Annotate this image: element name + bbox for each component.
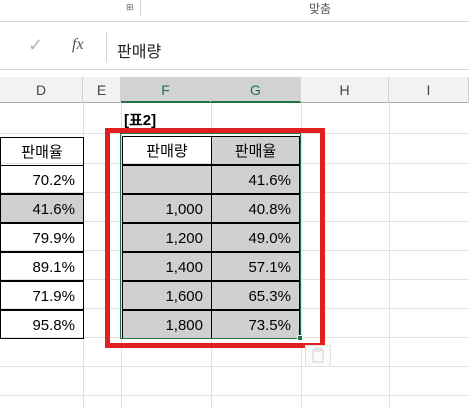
left-table-cell[interactable]: 89.1% <box>0 252 84 281</box>
column-header-f[interactable]: F <box>121 77 211 103</box>
left-table-cell[interactable]: 95.8% <box>0 310 84 339</box>
left-table-header[interactable]: 판매율 <box>0 137 84 166</box>
insert-function-icon[interactable]: fx <box>72 36 84 54</box>
grid-line <box>0 366 469 367</box>
dialog-launcher-icon[interactable]: ⊞ <box>126 3 135 12</box>
ribbon-separator <box>140 0 141 16</box>
column-header-d[interactable]: D <box>0 77 83 103</box>
formula-bar <box>0 24 469 70</box>
left-table-cell[interactable]: 41.6% <box>0 194 84 223</box>
left-table-cell[interactable]: 71.9% <box>0 281 84 310</box>
confirm-check-icon[interactable]: ✓ <box>28 35 43 56</box>
column-header-g[interactable]: G <box>211 77 301 103</box>
highlight-frame <box>105 128 325 348</box>
quick-analysis-icon[interactable] <box>305 345 331 367</box>
grid-line <box>0 395 469 396</box>
left-table-cell[interactable]: 79.9% <box>0 223 84 252</box>
ribbon-strip <box>0 0 469 22</box>
column-header-e[interactable]: E <box>83 77 121 103</box>
grid-line <box>389 103 390 408</box>
column-header-i[interactable]: I <box>389 77 469 103</box>
column-header-h[interactable]: H <box>301 77 389 103</box>
left-table-cell[interactable]: 70.2% <box>0 165 84 194</box>
formula-bar-separator <box>106 32 107 62</box>
ribbon-group-label: 맞춤 <box>308 2 332 16</box>
clipboard-icon <box>312 347 324 363</box>
formula-input[interactable]: 판매량 <box>117 38 161 62</box>
